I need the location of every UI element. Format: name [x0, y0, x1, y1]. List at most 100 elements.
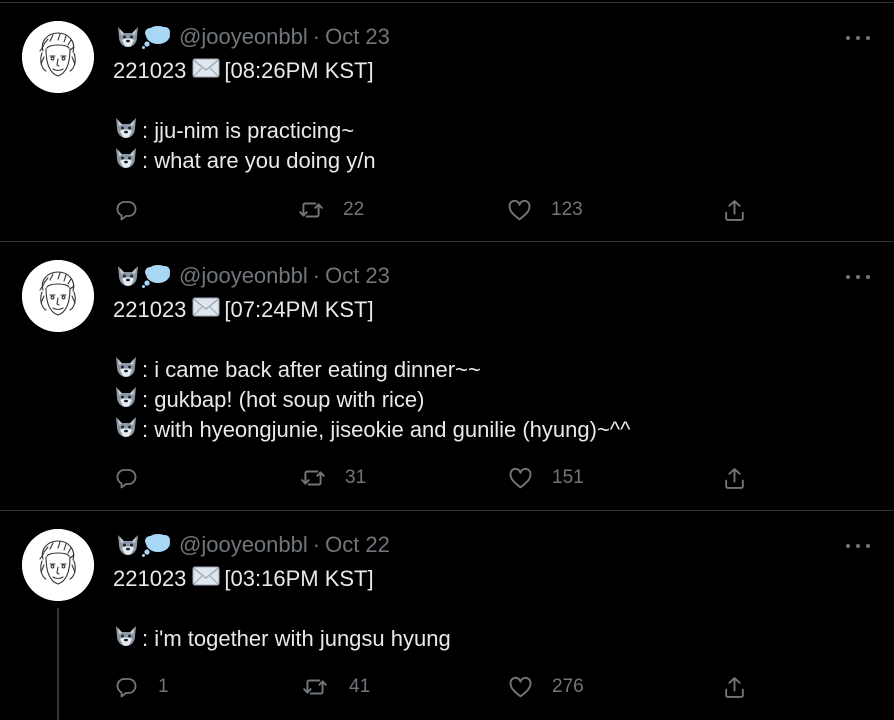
reply-button[interactable]: 1	[114, 672, 169, 702]
wolf-emoji	[113, 147, 139, 176]
tweet-date[interactable]: Oct 22	[325, 532, 390, 558]
retweet-button[interactable]: 41	[302, 672, 370, 702]
retweet-count: 31	[345, 467, 367, 488]
retweet-icon	[299, 202, 323, 218]
wolf-emoji-icon	[116, 356, 136, 377]
retweet-icon	[303, 679, 327, 695]
like-button[interactable]: 123	[507, 195, 583, 225]
display-name-emojis[interactable]	[115, 264, 171, 288]
wolf-emoji-icon	[116, 117, 136, 138]
retweet-count: 41	[349, 676, 371, 697]
more-options-button[interactable]	[846, 272, 870, 282]
thought-balloon-icon	[142, 265, 170, 288]
tweet[interactable]: @jooyeonbbl · Oct 23 221023 [07:24PM KST] :…	[0, 241, 894, 510]
tweet-body-line: : i'm together with jungsu hyung	[113, 625, 451, 653]
reply-icon	[116, 678, 137, 698]
title-time: [08:26PM KST]	[224, 58, 374, 83]
tweet-header: @jooyeonbbl · Oct 23	[115, 24, 390, 50]
wolf-emoji	[113, 117, 139, 146]
separator-dot: ·	[312, 263, 321, 288]
avatar[interactable]	[22, 260, 94, 332]
like-button[interactable]: 151	[508, 463, 584, 493]
envelope-icon	[192, 566, 220, 585]
tweet-body-line: : gukbap! (hot soup with rice)	[113, 386, 424, 414]
tweet-actions: 1 41 276	[0, 672, 894, 702]
more-dot	[856, 544, 860, 548]
more-options-button[interactable]	[846, 541, 870, 551]
body-text: : i'm together with jungsu hyung	[142, 626, 451, 651]
title-time: [03:16PM KST]	[224, 566, 374, 591]
wolf-emoji-icon	[118, 535, 138, 555]
user-handle[interactable]: @jooyeonbbl	[179, 263, 308, 289]
tweet[interactable]: @jooyeonbbl · Oct 23 221023 [08:26PM KST] :…	[0, 2, 894, 241]
tweet-header: @jooyeonbbl · Oct 23	[115, 263, 390, 289]
display-name-emojis[interactable]	[115, 25, 171, 49]
more-dot	[856, 36, 860, 40]
retweet-count: 22	[343, 199, 365, 220]
retweet-button[interactable]: 22	[298, 195, 364, 225]
wolf-emoji	[113, 416, 139, 445]
body-text: : with hyeongjunie, jiseokie and gunilie…	[142, 417, 631, 442]
like-button[interactable]: 276	[508, 672, 584, 702]
heart-icon	[509, 467, 532, 488]
share-icon	[725, 199, 744, 221]
body-text: : i came back after eating dinner~~	[142, 357, 481, 382]
tweet-feed: @jooyeonbbl · Oct 23 221023 [08:26PM KST] :…	[0, 0, 894, 720]
tweet-date[interactable]: Oct 23	[325, 24, 390, 50]
more-dot	[866, 544, 870, 548]
separator-dot: ·	[312, 24, 321, 49]
like-count: 123	[551, 199, 583, 220]
more-dot	[866, 275, 870, 279]
heart-icon	[508, 199, 531, 220]
wolf-emoji-icon	[116, 416, 136, 437]
heart-icon	[509, 676, 532, 697]
tweet-title-line: 221023 [07:24PM KST]	[113, 296, 374, 324]
share-button[interactable]	[722, 672, 747, 702]
title-date: 221023	[113, 297, 187, 322]
user-handle[interactable]: @jooyeonbbl	[179, 24, 308, 50]
envelope-icon	[192, 58, 220, 77]
more-dot	[846, 544, 850, 548]
separator-dot: ·	[312, 532, 321, 557]
tweet-header: @jooyeonbbl · Oct 22	[115, 532, 390, 558]
user-handle[interactable]: @jooyeonbbl	[179, 532, 308, 558]
more-dot	[856, 275, 860, 279]
tweet-body-line: : with hyeongjunie, jiseokie and gunilie…	[113, 416, 630, 444]
share-button[interactable]	[722, 463, 747, 493]
wolf-emoji-icon	[118, 27, 138, 47]
tweet-date[interactable]: Oct 23	[325, 263, 390, 289]
retweet-button[interactable]: 31	[300, 463, 366, 493]
avatar-portrait-icon	[22, 529, 94, 601]
wolf-emoji-icon	[118, 266, 138, 286]
wolf-emoji	[113, 625, 139, 654]
wolf-emoji-icon	[116, 386, 136, 407]
display-name-emojis[interactable]	[115, 533, 171, 557]
wolf-emoji	[113, 386, 139, 415]
body-text: : jju-nim is practicing~	[142, 118, 355, 143]
wolf-emoji-icon	[116, 147, 136, 168]
thread-connector-line	[57, 608, 59, 720]
envelope-emoji	[192, 565, 220, 594]
body-text: : gukbap! (hot soup with rice)	[142, 387, 425, 412]
title-date: 221023	[113, 566, 187, 591]
tweet[interactable]: @jooyeonbbl · Oct 22 221023 [03:16PM KST] :…	[0, 510, 894, 720]
share-button[interactable]	[722, 195, 747, 225]
tweet-actions: 31 151	[0, 463, 894, 493]
reply-button[interactable]	[114, 195, 158, 225]
tweet-actions: 22 123	[0, 195, 894, 225]
tweet-title-line: 221023 [08:26PM KST]	[113, 57, 374, 85]
avatar[interactable]	[22, 529, 94, 601]
avatar[interactable]	[22, 21, 94, 93]
body-text: : what are you doing y/n	[142, 148, 376, 173]
reply-icon	[116, 469, 137, 489]
more-options-button[interactable]	[846, 33, 870, 43]
retweet-icon	[301, 470, 325, 486]
tweet-body-line: : i came back after eating dinner~~	[113, 356, 481, 384]
thought-balloon-icon	[142, 26, 170, 49]
tweet-body-line: : what are you doing y/n	[113, 147, 376, 175]
reply-count: 1	[158, 676, 169, 697]
share-icon	[725, 467, 744, 489]
wolf-emoji	[113, 356, 139, 385]
more-dot	[846, 275, 850, 279]
reply-button[interactable]	[114, 463, 158, 493]
